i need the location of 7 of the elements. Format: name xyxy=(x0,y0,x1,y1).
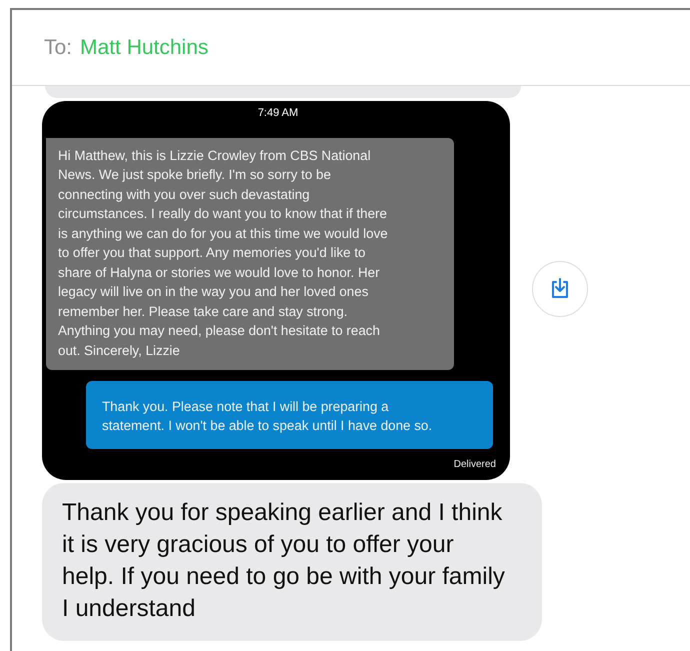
message-bubble: Thank you. Please note that I will be preparing a statement. I won't be able to speak until I have done so. xyxy=(86,381,493,449)
recipient-name[interactable]: Matt Hutchins xyxy=(80,32,208,64)
message-bubble: Thank you for speaking earlier and I think it is very gracious of you to offer your help. If you need to go be with your family I understand xyxy=(42,483,542,641)
delivery-status: Delivered xyxy=(452,458,497,472)
timestamp: 7:49 AM xyxy=(256,106,300,121)
message-bubble: Hi Matthew, this is Lizzie Crowley from CBS National News. We just spoke briefly. I'm so sorry to be connecting with you over such devastating circumstances. I really do want you to know that if there is anything we can do for you at this time we would love to offer you that support. Any memories you'd like to share of Halyna or stories we would love to honor. Her legacy will live on in the way you and her loved ones remember her. Please take care and stay strong. Anything you may need, please don't hesitate to reach out. Sincerely, Lizzie xyxy=(46,138,454,370)
to-label: To: xyxy=(44,34,72,61)
